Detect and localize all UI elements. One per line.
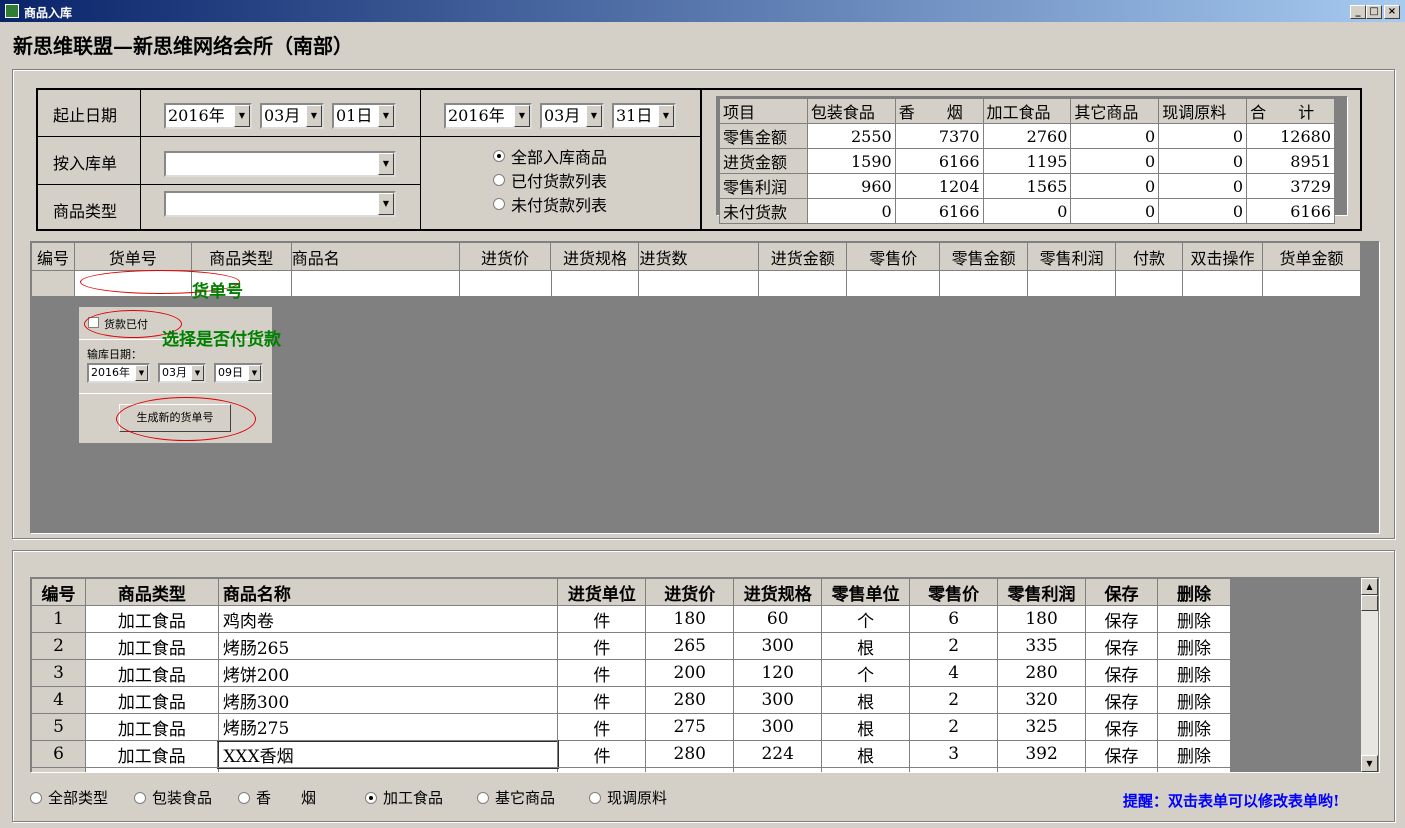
chevron-down-icon: ▼ — [378, 105, 394, 127]
order-filter-label: 按入库单 — [53, 154, 118, 173]
summary-table-frame: 项目 包装食品 香 烟 加工食品 其它商品 现调原料 合 计 零售金额 2550… — [716, 96, 1348, 224]
delete-button[interactable]: 删除 — [1156, 659, 1232, 687]
summary-row: 进货金额 1590 6166 1195 0 0 8951 — [719, 148, 1335, 174]
radio-off-icon — [589, 791, 601, 804]
chevron-down-icon: ▼ — [514, 105, 530, 127]
save-button[interactable]: 保存 — [1085, 740, 1158, 768]
type-radio-packaged[interactable]: 包装食品 — [134, 787, 212, 808]
table-row[interactable]: 2 加工食品 烤肠265 件 265 300 根 2 335 保存 删除 — [31, 632, 1232, 660]
popup-day-select[interactable]: 09日 ▼ — [214, 363, 263, 383]
window-titlebar[interactable]: 商品入库 _ □ × — [0, 0, 1405, 22]
radio-off-icon — [238, 791, 250, 804]
table-row[interactable]: 5 加工食品 烤肠275 件 275 300 根 2 325 保存 删除 — [31, 713, 1232, 741]
maximize-button[interactable]: □ — [1366, 5, 1382, 19]
chevron-down-icon: ▼ — [378, 153, 394, 175]
order-select[interactable]: ▼ — [164, 151, 396, 177]
end-month-select[interactable]: 03月 ▼ — [540, 103, 604, 129]
save-button[interactable]: 保存 — [1085, 686, 1158, 714]
type-select[interactable]: ▼ — [164, 191, 396, 217]
type-radio-processed[interactable]: 加工食品 — [365, 787, 443, 808]
app-title: 新思维联盟—新思维网络会所（南部） — [13, 34, 353, 58]
summary-row: 零售金额 2550 7370 2760 0 0 12680 — [719, 123, 1335, 149]
radio-on-icon — [493, 150, 505, 162]
table-row[interactable]: 4 加工食品 烤肠300 件 280 300 根 2 320 保存 删除 — [31, 686, 1232, 714]
radio-all-stock[interactable]: 全部入库商品 — [493, 144, 607, 168]
table-row[interactable] — [31, 767, 1232, 772]
save-button[interactable]: 保存 — [1085, 659, 1158, 687]
name-edit-input[interactable]: XXX香烟 — [217, 739, 559, 769]
radio-paid-list[interactable]: 已付货款列表 — [493, 168, 607, 192]
type-radio-all[interactable]: 全部类型 — [30, 787, 108, 808]
radio-unpaid-list[interactable]: 未付货款列表 — [493, 192, 607, 216]
scroll-up-icon[interactable]: ▲ — [1361, 578, 1378, 595]
popup-month-select[interactable]: 03月 ▼ — [158, 363, 206, 383]
type-radio-raw[interactable]: 现调原料 — [589, 787, 667, 808]
radio-off-icon — [477, 791, 489, 804]
date-range-label: 起止日期 — [53, 106, 118, 125]
chevron-down-icon: ▼ — [586, 105, 602, 127]
save-button[interactable]: 保存 — [1085, 605, 1158, 633]
minimize-button[interactable]: _ — [1350, 5, 1366, 19]
table-row[interactable]: 6 加工食品 XXX香烟 件 280 224 根 3 392 保存 删除 — [31, 739, 1232, 769]
delete-button[interactable]: 删除 — [1156, 686, 1232, 714]
radio-off-icon — [493, 174, 505, 186]
table-row[interactable]: 3 加工食品 烤饼200 件 200 120 个 4 280 保存 删除 — [31, 659, 1232, 687]
save-button[interactable]: 保存 — [1085, 632, 1158, 660]
radio-on-icon — [365, 791, 377, 804]
type-radio-other[interactable]: 基它商品 — [477, 787, 555, 808]
popup-year-select[interactable]: 2016年 ▼ — [87, 363, 150, 383]
vertical-scrollbar[interactable]: ▲ ▼ — [1361, 578, 1378, 772]
save-button[interactable]: 保存 — [1085, 713, 1158, 741]
scroll-down-icon[interactable]: ▼ — [1361, 755, 1378, 772]
delete-button[interactable]: 删除 — [1156, 605, 1232, 633]
window-title: 商品入库 — [24, 6, 73, 20]
chevron-down-icon: ▼ — [658, 105, 674, 127]
delete-button[interactable]: 删除 — [1156, 713, 1232, 741]
product-table[interactable]: 编号 商品类型 商品名称 进货单位 进货价 进货规格 零售单位 零售价 零售利润… — [31, 578, 1232, 772]
scroll-thumb[interactable] — [1361, 595, 1378, 611]
product-table-frame: 编号 商品类型 商品名称 进货单位 进货价 进货规格 零售单位 零售价 零售利润… — [30, 577, 1380, 773]
chevron-down-icon: ▼ — [234, 105, 250, 127]
radio-off-icon — [134, 791, 146, 804]
chevron-down-icon: ▼ — [248, 365, 261, 381]
order-no-annotation: 货单号 — [192, 282, 243, 302]
tip-text: 提醒：双击表单可以修改表单哟! — [1123, 792, 1340, 810]
start-day-select[interactable]: 01日 ▼ — [332, 103, 396, 129]
chevron-down-icon: ▼ — [135, 365, 148, 381]
summary-table: 项目 包装食品 香 烟 加工食品 其它商品 现调原料 合 计 零售金额 2550… — [719, 98, 1335, 224]
chevron-down-icon: ▼ — [191, 365, 204, 381]
paid-annotation: 选择是否付货款 — [162, 330, 281, 350]
start-year-select[interactable]: 2016年 ▼ — [164, 103, 252, 129]
summary-row: 未付货款 0 6166 0 0 0 6166 — [719, 198, 1335, 224]
stock-date-label: 输库日期： — [87, 348, 142, 361]
radio-off-icon — [30, 791, 42, 804]
type-radio-tobacco[interactable]: 香 烟 — [238, 787, 316, 808]
table-row[interactable]: 1 加工食品 鸡肉卷 件 180 60 个 6 180 保存 删除 — [31, 605, 1232, 633]
radio-off-icon — [493, 198, 505, 210]
end-year-select[interactable]: 2016年 ▼ — [444, 103, 532, 129]
chevron-down-icon: ▼ — [306, 105, 322, 127]
end-day-select[interactable]: 31日 ▼ — [612, 103, 676, 129]
chevron-down-icon: ▼ — [378, 193, 394, 215]
app-icon — [5, 4, 19, 18]
summary-row: 零售利润 960 1204 1565 0 0 3729 — [719, 173, 1335, 199]
close-button[interactable]: × — [1384, 5, 1400, 19]
start-month-select[interactable]: 03月 ▼ — [260, 103, 324, 129]
delete-button[interactable]: 删除 — [1156, 632, 1232, 660]
stock-grid-header: 编号 货单号 商品类型 商品名 进货价 进货规格 进货数 进货金额 零售价 零售… — [31, 242, 1362, 271]
highlight-oval — [116, 397, 256, 441]
type-filter-label: 商品类型 — [53, 202, 118, 221]
delete-button[interactable]: 删除 — [1156, 740, 1232, 768]
